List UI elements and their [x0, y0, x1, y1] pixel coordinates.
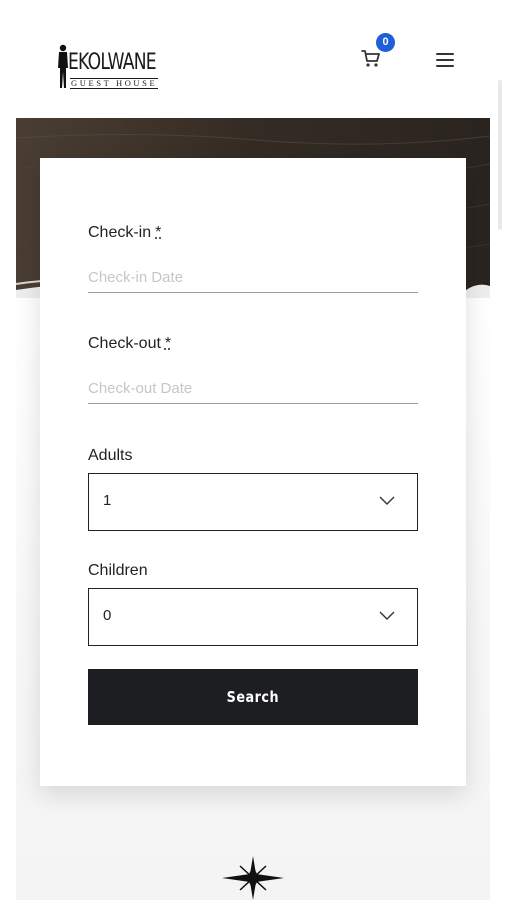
hamburger-menu-icon — [436, 53, 454, 68]
menu-button[interactable] — [436, 53, 454, 69]
cart-icon — [361, 50, 380, 67]
children-select[interactable]: 0 — [88, 588, 418, 646]
logo-subtitle: GUEST HOUSE — [70, 78, 159, 89]
chevron-down-icon — [379, 611, 395, 620]
site-header: EKOLWANE GUEST HOUSE 0 — [0, 0, 506, 118]
search-button-label: Search — [226, 688, 280, 706]
required-mark: * — [164, 335, 172, 352]
site-logo[interactable]: EKOLWANE GUEST HOUSE — [56, 44, 178, 92]
search-button[interactable]: Search — [88, 669, 418, 725]
chevron-down-icon — [379, 496, 395, 505]
required-mark: * — [155, 224, 162, 241]
logo-wordmark: EKOLWANE — [68, 50, 157, 75]
children-selected-value: 0 — [103, 607, 112, 624]
page: EKOLWANE GUEST HOUSE 0 Check-in * Check-… — [0, 0, 506, 900]
star-ornament-icon — [222, 856, 284, 900]
booking-form-card: Check-in* Check-out* Adults 1 Children 0… — [40, 158, 466, 786]
checkout-date-input[interactable] — [88, 373, 418, 404]
checkin-date-input[interactable] — [88, 262, 418, 293]
children-label: Children — [88, 562, 148, 579]
cart-count-badge: 0 — [376, 33, 395, 52]
checkout-label: Check-out * — [88, 335, 172, 352]
adults-selected-value: 1 — [103, 492, 112, 509]
adults-label: Adults — [88, 447, 133, 464]
checkin-label: Check-in * — [88, 224, 162, 241]
scrollbar[interactable] — [498, 80, 502, 230]
adults-select[interactable]: 1 — [88, 473, 418, 531]
